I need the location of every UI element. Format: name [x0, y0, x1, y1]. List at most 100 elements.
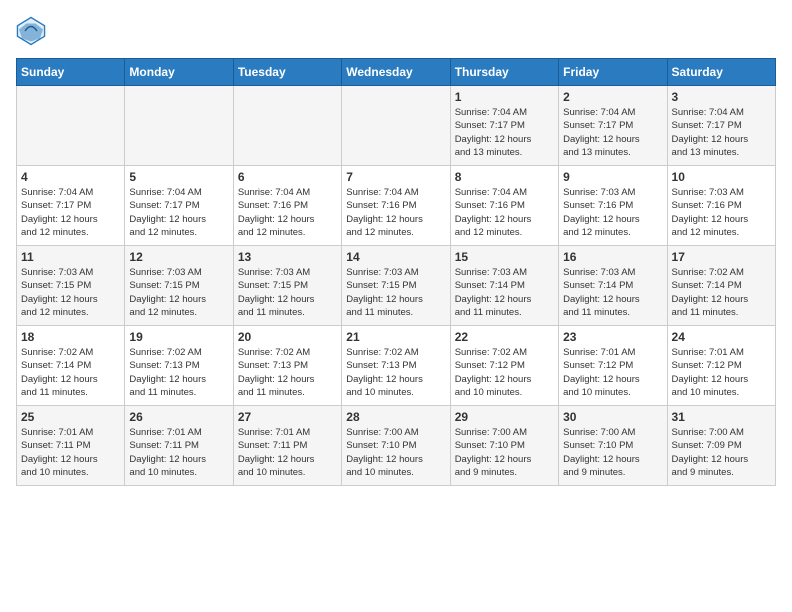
calendar-week-row: 1 Sunrise: 7:04 AM Sunset: 7:17 PM Daylig…: [17, 86, 776, 166]
calendar-cell: 19 Sunrise: 7:02 AM Sunset: 7:13 PM Dayli…: [125, 326, 233, 406]
day-info: Sunrise: 7:03 AM Sunset: 7:16 PM Dayligh…: [672, 186, 771, 239]
calendar-cell: 27 Sunrise: 7:01 AM Sunset: 7:11 PM Dayli…: [233, 406, 341, 486]
day-info: Sunrise: 7:01 AM Sunset: 7:11 PM Dayligh…: [238, 426, 337, 479]
day-info: Sunrise: 7:03 AM Sunset: 7:14 PM Dayligh…: [455, 266, 554, 319]
calendar-week-row: 18 Sunrise: 7:02 AM Sunset: 7:14 PM Dayli…: [17, 326, 776, 406]
day-info: Sunrise: 7:02 AM Sunset: 7:12 PM Dayligh…: [455, 346, 554, 399]
day-info: Sunrise: 7:00 AM Sunset: 7:10 PM Dayligh…: [563, 426, 662, 479]
day-header-sunday: Sunday: [17, 59, 125, 86]
calendar-cell: 28Sunrise: 7:00 AM Sunset: 7:10 PM Dayli…: [342, 406, 450, 486]
calendar-cell: 15 Sunrise: 7:03 AM Sunset: 7:14 PM Dayli…: [450, 246, 558, 326]
day-number: 19: [129, 330, 228, 344]
calendar-cell: 23 Sunrise: 7:01 AM Sunset: 7:12 PM Dayli…: [559, 326, 667, 406]
day-number: 8: [455, 170, 554, 184]
day-number: 18: [21, 330, 120, 344]
calendar-cell: 18 Sunrise: 7:02 AM Sunset: 7:14 PM Dayli…: [17, 326, 125, 406]
day-info: Sunrise: 7:02 AM Sunset: 7:13 PM Dayligh…: [238, 346, 337, 399]
day-info: Sunrise: 7:04 AM Sunset: 7:17 PM Dayligh…: [563, 106, 662, 159]
calendar-cell: 10 Sunrise: 7:03 AM Sunset: 7:16 PM Dayli…: [667, 166, 775, 246]
calendar-cell: 14Sunrise: 7:03 AM Sunset: 7:15 PM Dayli…: [342, 246, 450, 326]
day-info: Sunrise: 7:04 AM Sunset: 7:17 PM Dayligh…: [672, 106, 771, 159]
calendar-cell: 16 Sunrise: 7:03 AM Sunset: 7:14 PM Dayli…: [559, 246, 667, 326]
day-number: 30: [563, 410, 662, 424]
day-info: Sunrise: 7:03 AM Sunset: 7:16 PM Dayligh…: [563, 186, 662, 239]
day-number: 23: [563, 330, 662, 344]
day-number: 20: [238, 330, 337, 344]
day-number: 3: [672, 90, 771, 104]
day-number: 29: [455, 410, 554, 424]
day-header-friday: Friday: [559, 59, 667, 86]
calendar-cell: 7 Sunrise: 7:04 AM Sunset: 7:16 PM Daylig…: [342, 166, 450, 246]
calendar-cell: 11 Sunrise: 7:03 AM Sunset: 7:15 PM Dayli…: [17, 246, 125, 326]
calendar-header-row: SundayMondayTuesdayWednesdayThursdayFrid…: [17, 59, 776, 86]
calendar-cell: [233, 86, 341, 166]
day-info: Sunrise: 7:04 AM Sunset: 7:17 PM Dayligh…: [455, 106, 554, 159]
day-info: Sunrise: 7:03 AM Sunset: 7:14 PM Dayligh…: [563, 266, 662, 319]
day-info: Sunrise: 7:02 AM Sunset: 7:13 PM Dayligh…: [346, 346, 445, 399]
calendar-cell: 5 Sunrise: 7:04 AM Sunset: 7:17 PM Daylig…: [125, 166, 233, 246]
calendar-cell: [17, 86, 125, 166]
day-info: Sunrise: 7:03 AM Sunset: 7:15 PM Dayligh…: [129, 266, 228, 319]
day-number: 5: [129, 170, 228, 184]
calendar-cell: 25 Sunrise: 7:01 AM Sunset: 7:11 PM Dayli…: [17, 406, 125, 486]
calendar-cell: 13Sunrise: 7:03 AM Sunset: 7:15 PM Dayli…: [233, 246, 341, 326]
calendar-week-row: 11 Sunrise: 7:03 AM Sunset: 7:15 PM Dayli…: [17, 246, 776, 326]
day-info: Sunrise: 7:02 AM Sunset: 7:14 PM Dayligh…: [21, 346, 120, 399]
day-info: Sunrise: 7:04 AM Sunset: 7:16 PM Dayligh…: [238, 186, 337, 239]
calendar-cell: 24 Sunrise: 7:01 AM Sunset: 7:12 PM Dayli…: [667, 326, 775, 406]
day-number: 22: [455, 330, 554, 344]
calendar-cell: 26Sunrise: 7:01 AM Sunset: 7:11 PM Dayli…: [125, 406, 233, 486]
calendar-cell: 6Sunrise: 7:04 AM Sunset: 7:16 PM Daylig…: [233, 166, 341, 246]
day-info: Sunrise: 7:00 AM Sunset: 7:09 PM Dayligh…: [672, 426, 771, 479]
day-number: 9: [563, 170, 662, 184]
day-info: Sunrise: 7:01 AM Sunset: 7:11 PM Dayligh…: [21, 426, 120, 479]
calendar-cell: 31 Sunrise: 7:00 AM Sunset: 7:09 PM Dayli…: [667, 406, 775, 486]
calendar-cell: [125, 86, 233, 166]
logo-icon: [16, 16, 46, 46]
calendar-cell: 17Sunrise: 7:02 AM Sunset: 7:14 PM Dayli…: [667, 246, 775, 326]
day-info: Sunrise: 7:00 AM Sunset: 7:10 PM Dayligh…: [346, 426, 445, 479]
day-info: Sunrise: 7:01 AM Sunset: 7:12 PM Dayligh…: [672, 346, 771, 399]
day-number: 13: [238, 250, 337, 264]
day-number: 1: [455, 90, 554, 104]
day-info: Sunrise: 7:03 AM Sunset: 7:15 PM Dayligh…: [346, 266, 445, 319]
day-number: 25: [21, 410, 120, 424]
calendar-cell: [342, 86, 450, 166]
logo: [16, 16, 50, 46]
day-header-saturday: Saturday: [667, 59, 775, 86]
day-info: Sunrise: 7:01 AM Sunset: 7:12 PM Dayligh…: [563, 346, 662, 399]
day-number: 11: [21, 250, 120, 264]
calendar-cell: 12 Sunrise: 7:03 AM Sunset: 7:15 PM Dayli…: [125, 246, 233, 326]
day-number: 7: [346, 170, 445, 184]
day-number: 24: [672, 330, 771, 344]
calendar-cell: 2 Sunrise: 7:04 AM Sunset: 7:17 PM Daylig…: [559, 86, 667, 166]
day-number: 10: [672, 170, 771, 184]
calendar-cell: 1 Sunrise: 7:04 AM Sunset: 7:17 PM Daylig…: [450, 86, 558, 166]
day-info: Sunrise: 7:00 AM Sunset: 7:10 PM Dayligh…: [455, 426, 554, 479]
day-info: Sunrise: 7:02 AM Sunset: 7:13 PM Dayligh…: [129, 346, 228, 399]
day-number: 27: [238, 410, 337, 424]
day-number: 2: [563, 90, 662, 104]
day-number: 15: [455, 250, 554, 264]
day-info: Sunrise: 7:03 AM Sunset: 7:15 PM Dayligh…: [21, 266, 120, 319]
page-header: [16, 16, 776, 46]
day-number: 4: [21, 170, 120, 184]
calendar-cell: 3 Sunrise: 7:04 AM Sunset: 7:17 PM Daylig…: [667, 86, 775, 166]
calendar-cell: 30 Sunrise: 7:00 AM Sunset: 7:10 PM Dayli…: [559, 406, 667, 486]
day-header-wednesday: Wednesday: [342, 59, 450, 86]
calendar-cell: 21 Sunrise: 7:02 AM Sunset: 7:13 PM Dayli…: [342, 326, 450, 406]
day-number: 21: [346, 330, 445, 344]
day-number: 31: [672, 410, 771, 424]
day-info: Sunrise: 7:04 AM Sunset: 7:17 PM Dayligh…: [129, 186, 228, 239]
day-number: 17: [672, 250, 771, 264]
day-header-thursday: Thursday: [450, 59, 558, 86]
day-info: Sunrise: 7:01 AM Sunset: 7:11 PM Dayligh…: [129, 426, 228, 479]
day-number: 12: [129, 250, 228, 264]
calendar-cell: 22 Sunrise: 7:02 AM Sunset: 7:12 PM Dayli…: [450, 326, 558, 406]
day-info: Sunrise: 7:04 AM Sunset: 7:17 PM Dayligh…: [21, 186, 120, 239]
day-number: 16: [563, 250, 662, 264]
day-info: Sunrise: 7:04 AM Sunset: 7:16 PM Dayligh…: [346, 186, 445, 239]
calendar-cell: 8 Sunrise: 7:04 AM Sunset: 7:16 PM Daylig…: [450, 166, 558, 246]
day-info: Sunrise: 7:04 AM Sunset: 7:16 PM Dayligh…: [455, 186, 554, 239]
calendar-week-row: 4 Sunrise: 7:04 AM Sunset: 7:17 PM Daylig…: [17, 166, 776, 246]
